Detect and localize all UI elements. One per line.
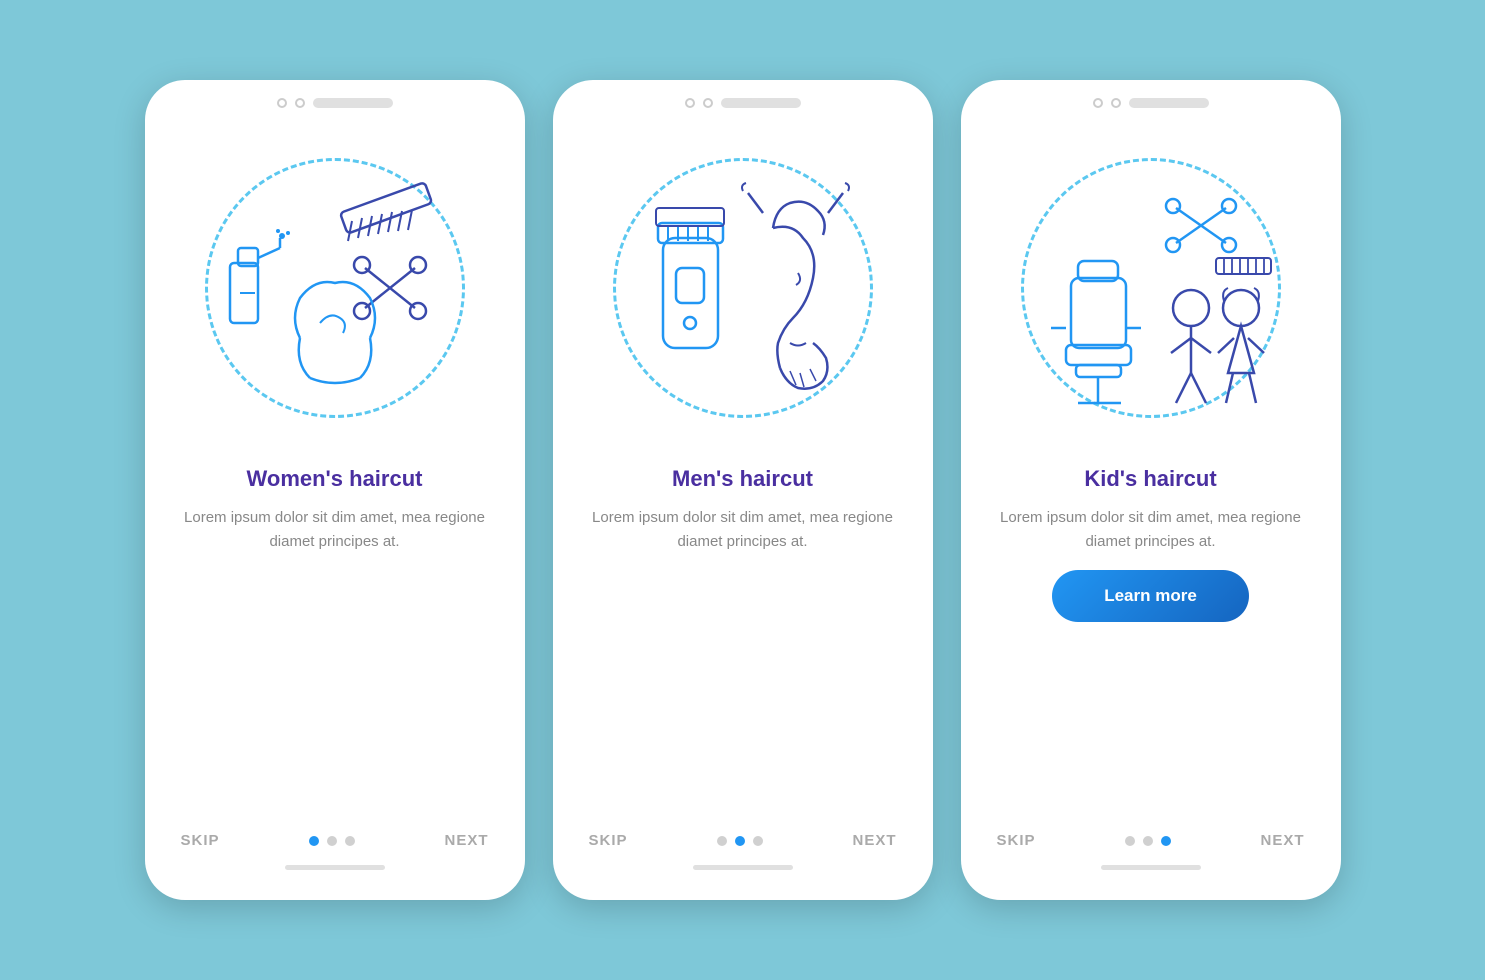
mens-bottom-bar	[693, 865, 793, 870]
mens-title: Men's haircut	[672, 466, 813, 492]
phone-top-bar-kids	[961, 80, 1341, 118]
womens-bottom-bar	[285, 865, 385, 870]
kids-dots	[1125, 836, 1171, 846]
dot-2	[327, 836, 337, 846]
phone-dot	[277, 98, 287, 108]
phone-top-bar	[145, 80, 525, 118]
kids-nav: SKIP NEXT	[961, 814, 1341, 849]
womens-desc: Lorem ipsum dolor sit dim amet, mea regi…	[145, 506, 525, 554]
mens-desc: Lorem ipsum dolor sit dim amet, mea regi…	[553, 506, 933, 554]
phone-dot	[295, 98, 305, 108]
kids-bottom-bar	[1101, 865, 1201, 870]
mens-illustration	[583, 128, 903, 448]
mens-svg	[608, 153, 878, 423]
mens-dots	[717, 836, 763, 846]
kids-illustration	[991, 128, 1311, 448]
womens-svg	[200, 153, 470, 423]
womens-next[interactable]: NEXT	[444, 832, 488, 849]
phone-top-bar-mens	[553, 80, 933, 118]
mens-next[interactable]: NEXT	[852, 832, 896, 849]
phone-card-womens: Women's haircut Lorem ipsum dolor sit di…	[145, 80, 525, 900]
kids-next[interactable]: NEXT	[1260, 832, 1304, 849]
phone-dot	[685, 98, 695, 108]
dot-2	[735, 836, 745, 846]
phone-card-kids: Kid's haircut Lorem ipsum dolor sit dim …	[961, 80, 1341, 900]
dot-2	[1143, 836, 1153, 846]
phone-dot	[1093, 98, 1103, 108]
kids-skip[interactable]: SKIP	[997, 832, 1036, 849]
phone-dot	[1111, 98, 1121, 108]
dot-3	[345, 836, 355, 846]
screens-container: Women's haircut Lorem ipsum dolor sit di…	[145, 80, 1341, 900]
womens-dots	[309, 836, 355, 846]
dot-3	[1161, 836, 1171, 846]
dot-1	[1125, 836, 1135, 846]
womens-title: Women's haircut	[247, 466, 423, 492]
kids-desc: Lorem ipsum dolor sit dim amet, mea regi…	[961, 506, 1341, 554]
mens-skip[interactable]: SKIP	[589, 832, 628, 849]
learn-more-button[interactable]: Learn more	[1052, 570, 1249, 622]
kids-svg	[1016, 153, 1286, 423]
kids-title: Kid's haircut	[1084, 466, 1216, 492]
phone-pill	[721, 98, 801, 108]
phone-pill	[1129, 98, 1209, 108]
dot-3	[753, 836, 763, 846]
phone-dot	[703, 98, 713, 108]
womens-illustration	[175, 128, 495, 448]
phone-pill	[313, 98, 393, 108]
phone-card-mens: Men's haircut Lorem ipsum dolor sit dim …	[553, 80, 933, 900]
dot-1	[717, 836, 727, 846]
dot-1	[309, 836, 319, 846]
mens-nav: SKIP NEXT	[553, 814, 933, 849]
womens-skip[interactable]: SKIP	[181, 832, 220, 849]
womens-nav: SKIP NEXT	[145, 814, 525, 849]
